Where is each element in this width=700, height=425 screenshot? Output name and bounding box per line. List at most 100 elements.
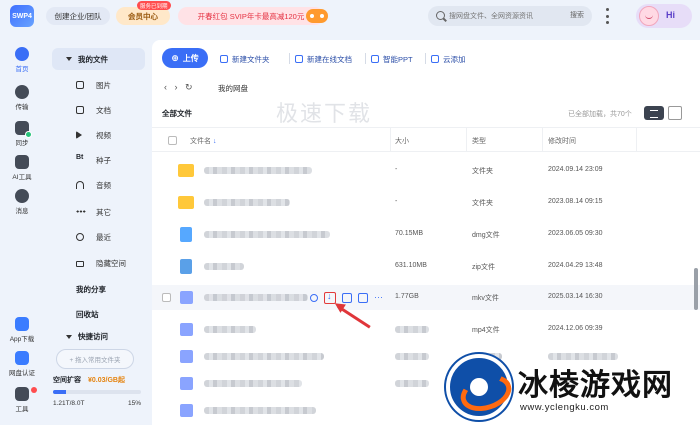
storage-used: 1.21T/8.0T (53, 400, 85, 407)
rail-label: 网盘认证 (9, 370, 35, 377)
table-row[interactable]: - 文件夹 2024.09.14 23:09 (152, 158, 700, 183)
sidebar-item-torrents[interactable]: Bt 种子 (52, 150, 145, 170)
file-name-blurred (204, 294, 308, 301)
storage-panel[interactable]: 空间扩容 ¥0.03/GB起 1.21T/8.0T 15% (52, 373, 148, 413)
file-mtime: 2024.04.29 13:48 (548, 262, 603, 269)
search-input[interactable] (449, 9, 559, 23)
file-type: zip文件 (472, 264, 495, 271)
more-vertical-icon[interactable] (604, 8, 610, 24)
new-online-doc-button[interactable]: 新建在线文档 (295, 52, 352, 66)
other-icon (76, 210, 86, 213)
app-download-icon (15, 317, 29, 331)
search-button[interactable]: 搜索 (570, 10, 584, 20)
column-divider (542, 127, 543, 152)
file-mtime: 2024.12.06 09:39 (548, 325, 603, 332)
breadcrumb[interactable]: 我的网盘 (218, 83, 248, 94)
storage-percent: 15% (127, 400, 141, 407)
top-bar: SWP4 创建企业/团队 会员中心 服务已到期 开春红包 SVIP年卡最高减12… (0, 0, 700, 33)
select-all-checkbox[interactable] (168, 136, 177, 145)
promo-banner[interactable]: 开春红包 SVIP年卡最高减120元 (178, 7, 324, 25)
download-icon[interactable] (324, 291, 336, 304)
file-mtime: 2023.06.05 09:30 (548, 230, 603, 237)
rail-label: 工具 (15, 406, 29, 413)
search-box[interactable]: 搜索 (428, 6, 592, 26)
sidebar-item-audio[interactable]: 音频 (52, 175, 145, 195)
left-rail: 首页 传输 同步 AI工具 消息 App下载 网盘认证 工具 (0, 33, 44, 425)
file-name-blurred (204, 407, 316, 414)
folder-icon (178, 196, 194, 209)
sidebar-item-recycle-bin[interactable]: 回收站 (76, 309, 99, 320)
column-mtime[interactable]: 修改时间 (548, 136, 576, 146)
sidebar-item-my-share[interactable]: 我的分享 (76, 284, 106, 295)
new-folder-button[interactable]: 新建文件夹 (220, 52, 270, 66)
column-size[interactable]: 大小 (395, 136, 409, 146)
more-horizontal-icon[interactable]: ··· (374, 292, 386, 303)
scrollbar[interactable] (694, 268, 698, 310)
add-quick-folder-button[interactable]: + 拖入常用文件夹 (56, 349, 134, 369)
rail-label: App下载 (9, 336, 35, 343)
table-row[interactable]: 70.15MB dmg文件 2023.06.05 09:30 (152, 222, 700, 247)
list-title: 全部文件 (162, 109, 192, 118)
cloud-add-button[interactable]: 云添加 (431, 52, 466, 66)
sidebar-item-videos[interactable]: 视频 (52, 125, 145, 145)
upload-button[interactable]: 上传 (162, 48, 208, 68)
refresh-icon[interactable]: ↻ (185, 82, 193, 92)
zip-file-icon (180, 259, 192, 274)
sidebar-item-images[interactable]: 图片 (52, 75, 145, 95)
sidebar-item-label: 音频 (96, 181, 111, 190)
rail-item-app-download[interactable]: App下载 (0, 315, 44, 349)
sidebar-item-recent[interactable]: 最近 (52, 227, 145, 247)
sidebar-item-hidden-space[interactable]: 隐藏空间 (52, 253, 145, 273)
toolbar-divider (289, 53, 290, 64)
gamepad-icon[interactable] (306, 9, 328, 23)
back-arrow-icon[interactable]: ‹ (164, 82, 167, 92)
rail-item-tools[interactable]: 工具 (0, 385, 44, 419)
storage-progress-bar (53, 390, 141, 394)
chevron-down-icon (66, 57, 72, 61)
greeting-text: Hi (666, 10, 675, 20)
column-type[interactable]: 类型 (472, 136, 486, 146)
rail-item-certify[interactable]: 网盘认证 (0, 349, 44, 383)
sidebar-item-my-files[interactable]: 我的文件 (52, 48, 145, 70)
rail-item-transfer[interactable]: 传输 (0, 83, 44, 117)
list-view-icon[interactable] (644, 106, 664, 120)
quick-access-header[interactable]: 快捷访问 (66, 331, 108, 342)
share-icon[interactable] (310, 293, 318, 302)
file-name-blurred (204, 231, 330, 238)
file-size-blurred (395, 326, 429, 333)
table-row[interactable]: mp4文件 2024.12.06 09:39 (152, 317, 700, 342)
table-row[interactable]: - 文件夹 2023.08.14 09:15 (152, 190, 700, 215)
chevron-down-icon (66, 335, 72, 340)
rail-item-ai-tools[interactable]: AI工具 (0, 153, 44, 187)
table-row[interactable]: 631.10MB zip文件 2024.04.29 13:48 (152, 254, 700, 279)
row-checkbox[interactable] (162, 293, 171, 302)
video-file-icon (180, 323, 193, 336)
delete-icon[interactable] (342, 292, 352, 303)
overlay-watermark: 极速下载 (276, 101, 373, 126)
rail-item-sync[interactable]: 同步 (0, 119, 44, 153)
rail-item-message[interactable]: 消息 (0, 187, 44, 221)
grid-view-icon[interactable] (668, 106, 682, 120)
sidebar-item-other[interactable]: 其它 (52, 202, 145, 222)
column-name[interactable]: 文件名 ↓ (190, 136, 216, 146)
forward-arrow-icon[interactable]: › (175, 82, 178, 92)
column-divider (636, 127, 637, 152)
storage-promo[interactable]: ¥0.03/GB起 (88, 375, 125, 385)
user-profile[interactable]: Hi (636, 4, 692, 28)
smart-ppt-button[interactable]: 智能PPT (371, 52, 413, 66)
vip-badge: 服务已到期 (137, 1, 171, 10)
video-file-icon (180, 404, 193, 417)
sidebar-item-label: 图片 (96, 81, 111, 90)
file-mtime: 2024.09.14 23:09 (548, 166, 603, 173)
sidebar-item-documents[interactable]: 文档 (52, 100, 145, 120)
table-row-hovered[interactable]: ··· 1.77GB mkv文件 2025.03.14 16:30 (152, 285, 700, 310)
file-size: 1.77GB (395, 293, 419, 300)
copy-icon[interactable] (358, 292, 368, 303)
transfer-icon (15, 85, 29, 99)
file-sidebar: 我的文件 图片 文档 视频 Bt 种子 音频 其它 最近 隐藏空间 我的分享 回… (52, 45, 148, 417)
video-file-icon (180, 350, 193, 363)
app-logo[interactable]: SWP4 (10, 5, 34, 27)
create-enterprise-button[interactable]: 创建企业/团队 (46, 7, 110, 25)
sidebar-item-label: 其它 (96, 208, 111, 217)
rail-item-home[interactable]: 首页 (0, 45, 44, 79)
